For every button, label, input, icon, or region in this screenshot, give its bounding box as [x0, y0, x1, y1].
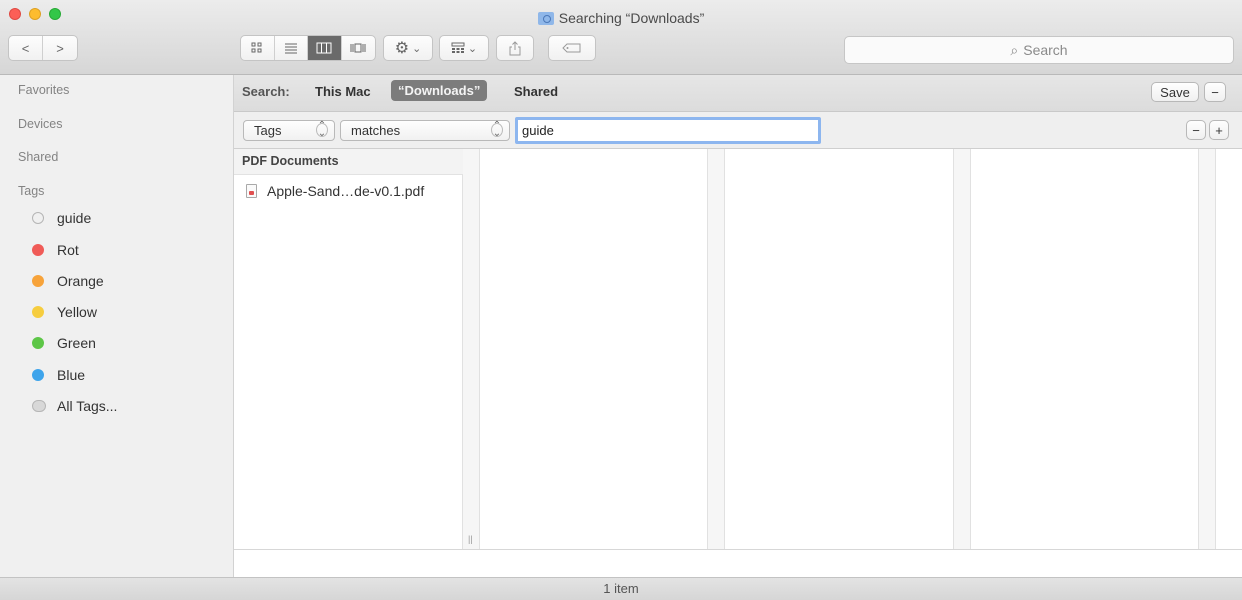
- criteria-operator-popup[interactable]: matches ⌃ ⌄: [340, 120, 510, 141]
- updown-chevron-icon: ⌃ ⌄: [491, 120, 503, 139]
- icon-view-button[interactable]: [241, 36, 275, 60]
- sidebar-tag-guide[interactable]: guide: [32, 208, 91, 228]
- column-browser: PDF Documents Apple-Sand…de-v0.1.pdf ||: [234, 149, 1242, 549]
- action-menu-button[interactable]: ⚙ ⌄: [383, 35, 433, 61]
- search-placeholder: Search: [1023, 42, 1068, 58]
- criteria-value-input[interactable]: guide: [515, 117, 821, 144]
- item-count: 1 item: [603, 581, 639, 596]
- column-resize-strip[interactable]: [1199, 149, 1216, 549]
- arrange-menu-button[interactable]: ⌄: [439, 35, 489, 61]
- column-view-button[interactable]: [308, 36, 342, 60]
- sidebar-tag-yellow[interactable]: Yellow: [32, 302, 97, 322]
- sidebar-tag-blue[interactable]: Blue: [32, 365, 85, 385]
- share-button[interactable]: [496, 35, 534, 61]
- smart-folder-icon: [537, 12, 554, 25]
- share-icon: [509, 40, 521, 55]
- path-bar: [234, 549, 1242, 577]
- sidebar-tag-green[interactable]: Green: [32, 333, 96, 353]
- column-resize-strip[interactable]: [708, 149, 725, 549]
- minus-icon: −: [1211, 84, 1219, 100]
- cover-flow-view-button[interactable]: [342, 36, 375, 60]
- search-field[interactable]: ⌕ Search: [844, 36, 1234, 64]
- column-resize-strip[interactable]: ||: [463, 149, 480, 549]
- search-icon: ⌕: [1010, 41, 1019, 58]
- sidebar-tag-rot[interactable]: Rot: [32, 240, 79, 260]
- tag-color-dot: [32, 212, 44, 224]
- sidebar-section-shared[interactable]: Shared: [18, 150, 58, 164]
- window-title: Searching “Downloads”: [0, 9, 1242, 27]
- finder-window: Searching “Downloads” < > ⚙ ⌄ ⌄ ⌕ Search…: [0, 0, 1242, 600]
- chevron-right-icon: >: [56, 40, 64, 56]
- chevron-down-icon: ⌄: [467, 42, 478, 55]
- scope-shared[interactable]: Shared: [514, 84, 558, 99]
- tag-color-dot: [32, 275, 44, 287]
- back-forward-control: < >: [8, 35, 78, 61]
- group-header: PDF Documents: [234, 149, 463, 175]
- criteria-attribute-popup[interactable]: Tags ⌃ ⌄: [243, 120, 335, 141]
- column-view-icon: [316, 42, 332, 54]
- sidebar-section-tags[interactable]: Tags: [18, 184, 44, 198]
- forward-button[interactable]: >: [43, 36, 77, 60]
- icon-view-icon: [251, 42, 262, 53]
- list-view-button[interactable]: [275, 36, 308, 60]
- column-resize-strip[interactable]: [954, 149, 971, 549]
- tag-color-dot: [32, 306, 44, 318]
- search-scope-bar: Search: This Mac “Downloads” Shared Save…: [234, 75, 1242, 112]
- column-resize-handle-icon: ||: [468, 534, 473, 544]
- file-item[interactable]: Apple-Sand…de-v0.1.pdf: [234, 180, 463, 202]
- save-search-button[interactable]: Save: [1151, 82, 1199, 102]
- sidebar-section-favorites[interactable]: Favorites: [18, 83, 69, 97]
- tag-button[interactable]: [548, 35, 596, 61]
- sidebar-section-devices[interactable]: Devices: [18, 117, 62, 131]
- sidebar-tag-orange[interactable]: Orange: [32, 271, 104, 291]
- sidebar-tag-all-tags[interactable]: All Tags...: [32, 396, 117, 416]
- scope-downloads[interactable]: “Downloads”: [391, 80, 488, 101]
- tag-color-dot: [32, 244, 44, 256]
- all-tags-icon: [32, 400, 46, 412]
- gear-icon: ⚙: [394, 40, 410, 57]
- toolbar: Searching “Downloads” < > ⚙ ⌄ ⌄ ⌕ Search: [0, 0, 1242, 75]
- tag-icon: [562, 43, 581, 53]
- scope-this-mac[interactable]: This Mac: [315, 84, 371, 99]
- chevron-left-icon: <: [21, 40, 30, 56]
- status-bar: 1 item: [0, 577, 1242, 600]
- column-3: [725, 149, 954, 549]
- tag-color-dot: [32, 369, 44, 381]
- arrange-grid-icon: [451, 42, 465, 53]
- minus-icon: −: [1192, 122, 1200, 138]
- chevron-down-icon: ⌄: [412, 42, 422, 55]
- plus-icon: +: [1215, 122, 1223, 138]
- column-2: [480, 149, 708, 549]
- search-criteria-row: Tags ⌃ ⌄ matches ⌃ ⌄ guide − +: [234, 112, 1242, 149]
- cover-flow-icon: [350, 43, 366, 53]
- search-scope-label: Search:: [242, 84, 290, 99]
- list-view-icon: [284, 43, 297, 54]
- pdf-file-icon: [246, 184, 257, 198]
- add-criteria-button[interactable]: +: [1209, 120, 1229, 140]
- column-4: [971, 149, 1199, 549]
- remove-search-bar-button[interactable]: −: [1204, 82, 1226, 102]
- column-1: PDF Documents Apple-Sand…de-v0.1.pdf: [234, 149, 463, 549]
- remove-criteria-button[interactable]: −: [1186, 120, 1206, 140]
- sidebar: Favorites Devices Shared Tags guide Rot …: [0, 75, 234, 577]
- updown-chevron-icon: ⌃ ⌄: [316, 120, 328, 139]
- view-mode-control: [240, 35, 376, 61]
- back-button[interactable]: <: [9, 36, 44, 60]
- tag-color-dot: [32, 337, 44, 349]
